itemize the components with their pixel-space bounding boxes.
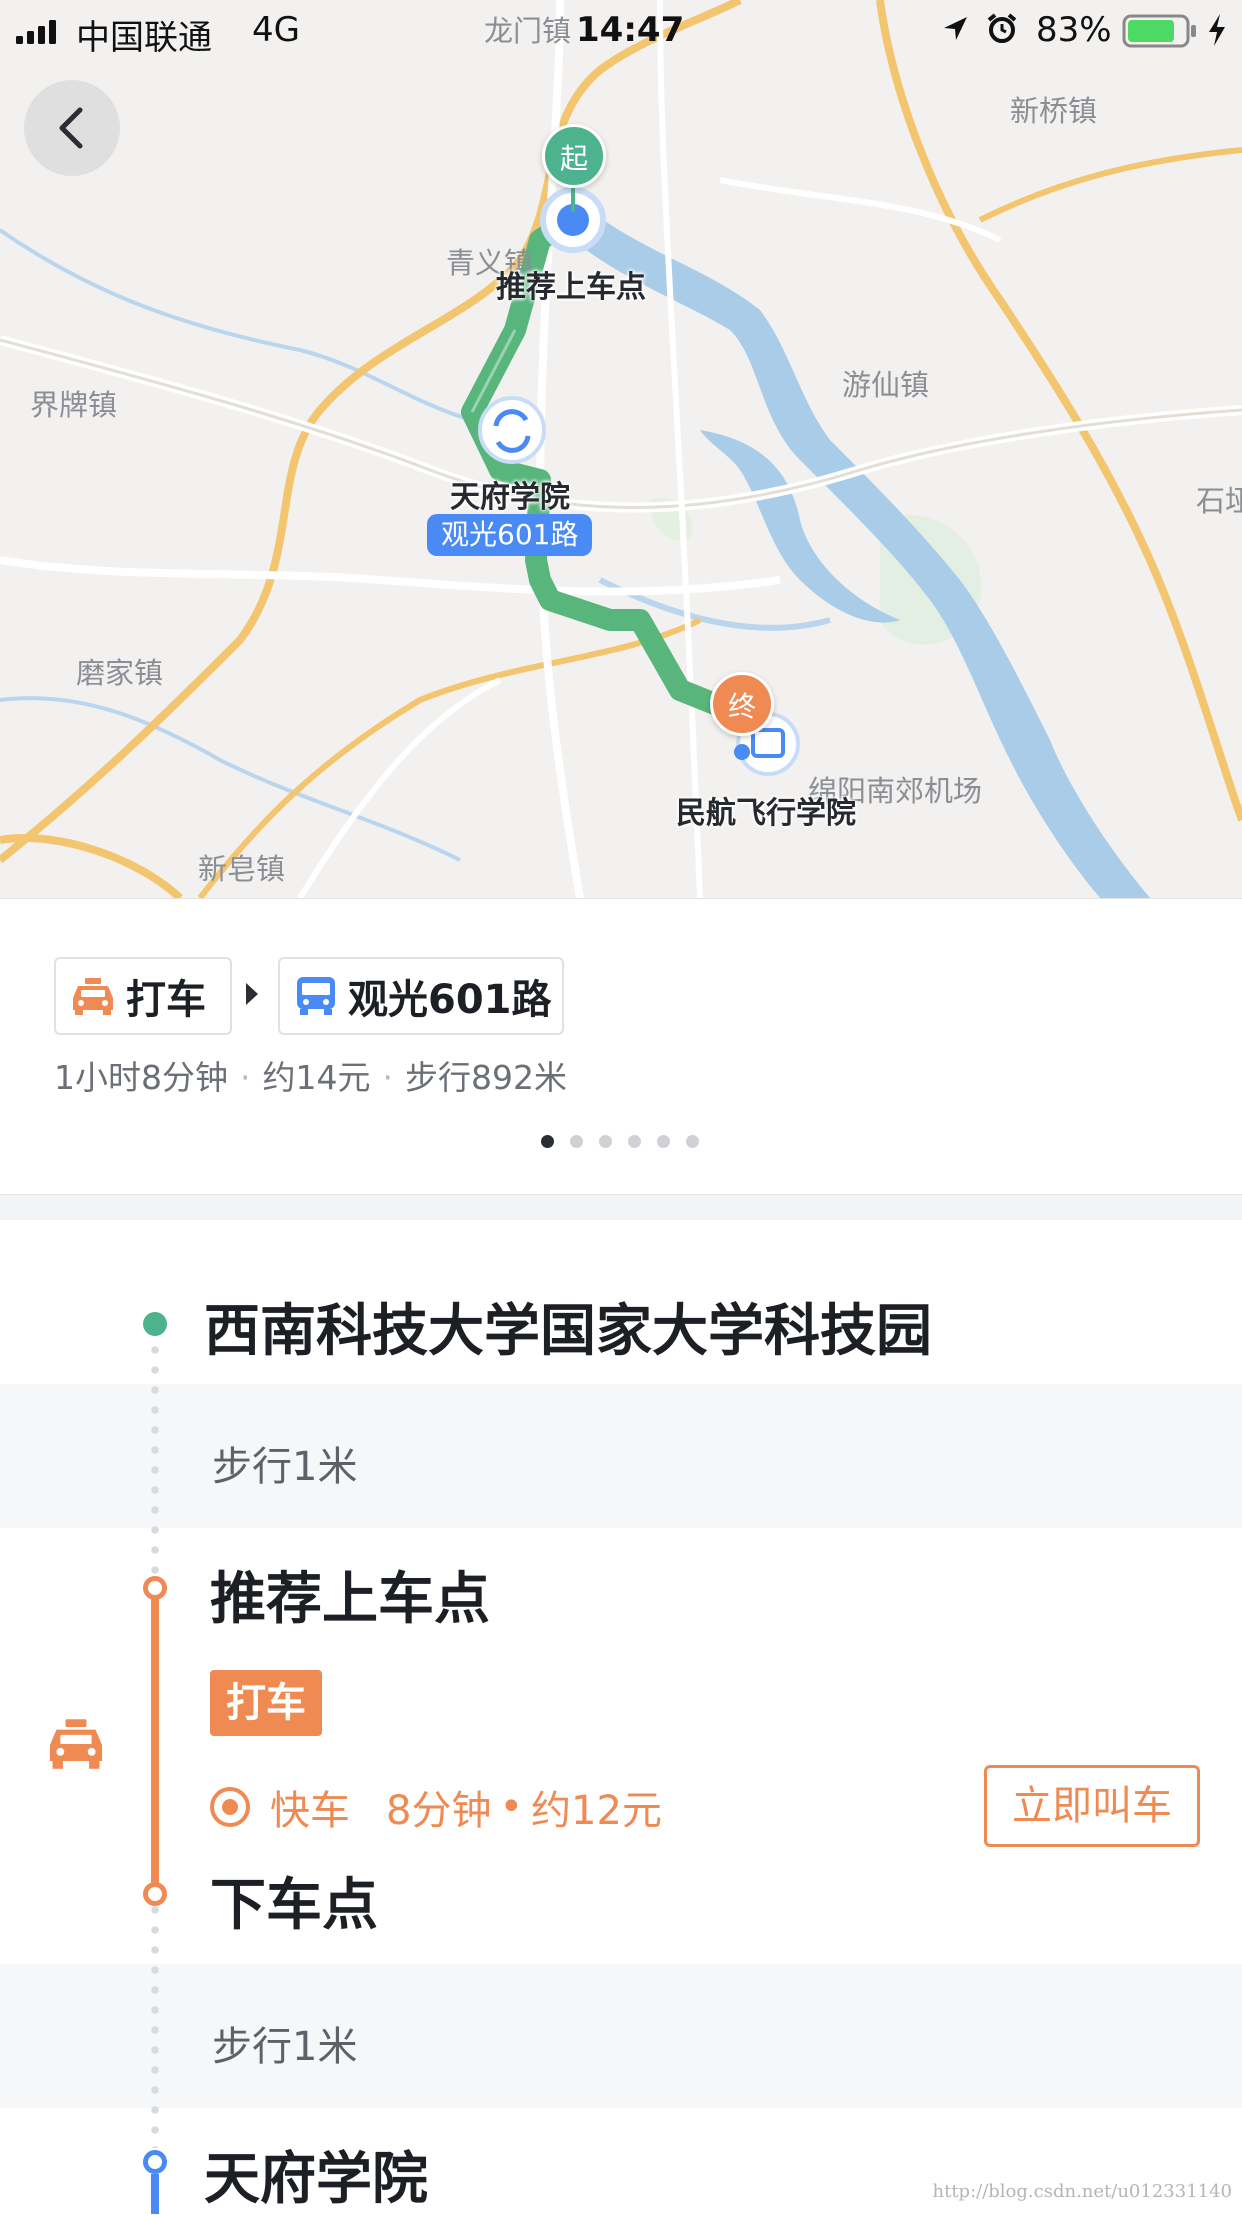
taxi-tag: 打车 — [210, 1670, 322, 1736]
ride-type: 快车 — [270, 1788, 350, 1834]
pickup-title: 推荐上车点 — [210, 1567, 490, 1632]
walk-segment-2 — [0, 1964, 1242, 2108]
origin-title: 西南科技大学国家大学科技园 — [204, 1299, 932, 1364]
chevron-left-icon — [59, 107, 83, 149]
section-divider — [0, 1194, 1242, 1220]
clock-time: 14:47 — [576, 10, 685, 50]
pager-dot[interactable] — [628, 1135, 641, 1148]
charging-bolt-icon — [1209, 14, 1225, 46]
bus-stop-ring — [143, 2150, 167, 2174]
start-marker: 起 — [542, 124, 606, 188]
walk-2-text: 步行1米 — [212, 2024, 358, 2070]
route-summary-card[interactable]: 打车 观光601路 1小时8分钟 · 约14元 · 步行892米 — [0, 898, 1242, 1194]
chip-bus-label: 观光601路 — [348, 977, 552, 1023]
map-label-mojia: 磨家镇 — [76, 656, 164, 690]
network-type: 4G — [252, 10, 300, 50]
location-arrow-icon — [944, 17, 967, 40]
route-meta: 1小时8分钟 · 约14元 · 步行892米 — [54, 1051, 567, 1099]
pager-dot[interactable] — [570, 1135, 583, 1148]
route-price: 约14元 — [262, 1058, 371, 1097]
walk-1-text: 步行1米 — [212, 1444, 358, 1490]
pager-dot[interactable] — [541, 1135, 554, 1148]
pager-dot[interactable] — [686, 1135, 699, 1148]
watermark-text: http://blog.csdn.net/u012331140 — [932, 2181, 1233, 2202]
chip-bus[interactable]: 观光601路 — [278, 957, 564, 1035]
meta-separator: · — [240, 1058, 251, 1097]
map-canvas — [0, 0, 1242, 898]
alarm-icon — [987, 13, 1017, 43]
walk-dotted-line — [151, 1340, 159, 1584]
chip-taxi[interactable]: 打车 — [54, 957, 232, 1035]
meta-separator: · — [382, 1058, 394, 1097]
carrier-name: 中国联通 — [76, 18, 212, 58]
route-map[interactable]: 起 终 龙门镇 新桥镇 青义镇 游仙镇 界牌镇 石垭 磨家镇 新皂镇 绵阳南郊机… — [0, 0, 1242, 898]
walk-dotted-line — [151, 1900, 159, 2148]
pickup-ring — [143, 1576, 167, 1600]
route-duration: 1小时8分钟 — [54, 1058, 228, 1097]
play-arrow-icon — [246, 983, 258, 1005]
origin-dot — [143, 1312, 167, 1336]
route-tag-bus[interactable]: 观光601路 — [427, 514, 593, 556]
dropoff-title: 下车点 — [210, 1873, 378, 1938]
map-label-youxian: 游仙镇 — [842, 368, 930, 402]
dropoff-ring — [143, 1882, 167, 1906]
taxi-icon — [46, 1716, 106, 1776]
pager-dot[interactable] — [657, 1135, 670, 1148]
map-label-xinzao: 新皂镇 — [198, 852, 286, 886]
map-label-shi: 石垭 — [1196, 484, 1242, 518]
call-car-button[interactable]: 立即叫车 — [984, 1765, 1200, 1847]
ride-price: 约12元 — [531, 1788, 662, 1834]
taxi-route-line — [151, 1588, 159, 1894]
chip-taxi-label: 打车 — [126, 977, 206, 1023]
walk-segment-1 — [0, 1384, 1242, 1528]
route-pager[interactable] — [541, 1135, 715, 1148]
battery-percent: 83% — [1036, 10, 1112, 50]
radio-selected-icon[interactable] — [210, 1787, 250, 1827]
map-label-jiepai: 界牌镇 — [30, 388, 118, 422]
bus-route-line — [151, 2174, 159, 2214]
route-walk: 步行892米 — [405, 1058, 567, 1097]
bus-stop-title: 天府学院 — [204, 2147, 428, 2212]
back-button[interactable] — [24, 80, 120, 176]
battery-icon — [1122, 14, 1196, 48]
signal-icon — [16, 20, 56, 44]
status-bar: 中国联通 4G 14:47 83% — [0, 0, 1242, 60]
poi-minhang[interactable]: 民航飞行学院 — [676, 788, 856, 832]
poi-tianfu[interactable]: 天府学院 — [450, 472, 570, 516]
route-steps[interactable]: 西南科技大学国家大学科技园 步行1米 推荐上车点 打车 快车 8分钟 • 约12… — [0, 1220, 1242, 2214]
map-label-xinqiao: 新桥镇 — [1010, 94, 1098, 128]
poi-pickup[interactable]: 推荐上车点 — [496, 262, 646, 306]
taxi-icon — [70, 976, 116, 1016]
end-marker: 终 — [710, 672, 774, 736]
ride-option[interactable]: 快车 8分钟 • 约12元 — [210, 1778, 662, 1836]
ride-separator: • — [499, 1784, 524, 1830]
bus-icon — [294, 975, 338, 1017]
ride-time: 8分钟 — [386, 1788, 492, 1834]
pager-dot[interactable] — [599, 1135, 612, 1148]
